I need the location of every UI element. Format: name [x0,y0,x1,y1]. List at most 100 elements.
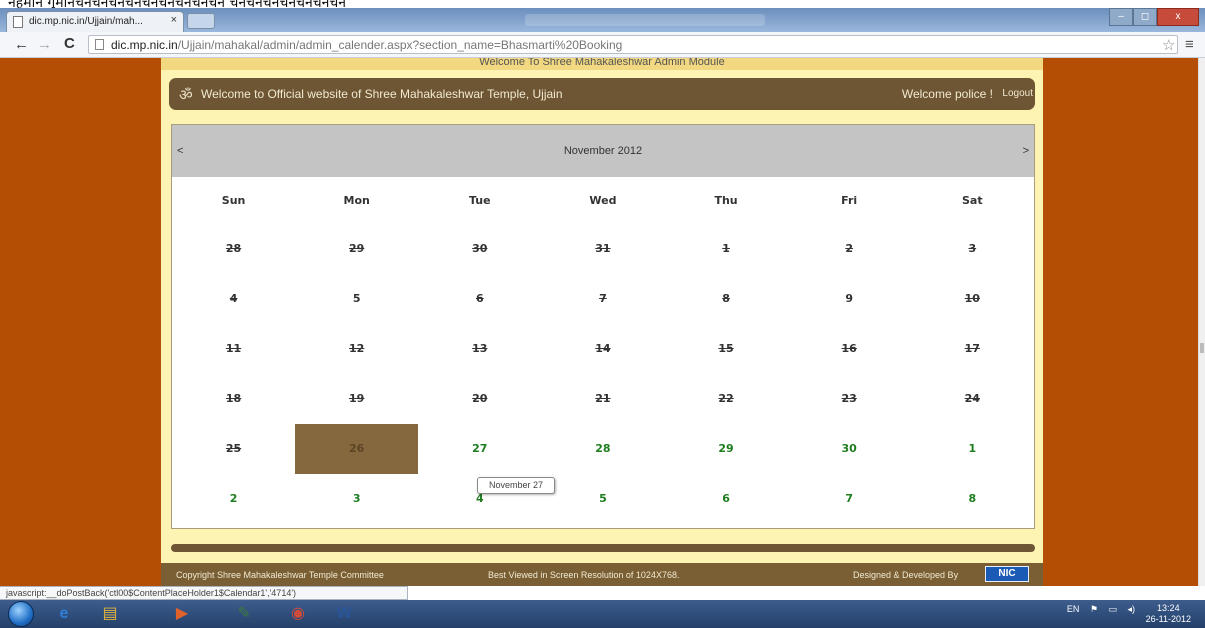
minimize-button[interactable]: – [1109,8,1133,26]
calendar-day-6-6[interactable]: 7 [788,474,911,524]
app-icon[interactable]: ✎ [226,602,262,626]
network-icon[interactable]: ▭ [1108,604,1117,614]
browser-bottom-edge [408,586,1205,600]
calendar-day-1-5: 1 [722,242,730,255]
weekday-header: Thu [714,194,738,207]
calendar-title-bar: < November 2012 > [172,125,1034,177]
next-month-link[interactable]: > [1023,145,1029,157]
calendar-day-2-5: 8 [722,292,730,305]
calendar-day-6-1[interactable]: 2 [172,474,295,524]
weekday-header: Fri [841,194,858,207]
content-bottom-bar [171,544,1035,552]
calendar-day-2-4: 7 [599,292,607,305]
calendar-day-1-6: 2 [845,242,854,255]
calendar-day-5-3[interactable]: 27 [418,424,541,474]
calendar-day-5-1: 25 [225,442,242,455]
welcome-site-text: Welcome to Official website of Shree Mah… [201,87,563,101]
flag-icon[interactable]: ⚑ [1090,604,1098,614]
close-window-button[interactable]: x [1157,8,1199,26]
maximize-button[interactable]: ◻ [1133,8,1157,26]
calendar-day-3-7: 17 [964,342,980,355]
back-arrow-icon[interactable]: ← [14,36,29,53]
forward-arrow-icon[interactable]: → [37,36,52,53]
url-host: dic.mp.nic.in [111,38,178,52]
site-footer: Copyright Shree Mahakaleshwar Temple Com… [161,563,1043,586]
volume-icon[interactable]: ◂) [1127,604,1135,614]
scroll-thumb[interactable] [1200,343,1204,353]
calendar-day-5-5[interactable]: 29 [665,424,788,474]
calendar-day-2-2: 5 [352,292,361,305]
calendar-day-3-1: 11 [225,342,242,355]
calendar-grid: Sun Mon Tue Wed Thu Fri Sat 28 29 30 31 1 2 3 4 5 6 7 8 9 10… [172,177,1034,524]
calendar-day-2-6: 9 [845,292,854,305]
calendar-day-3-5: 15 [718,342,734,355]
clock-date: 26-11-2012 [1145,614,1191,624]
calendar-day-1-4: 31 [595,242,611,255]
weekday-header: Sun [221,194,246,207]
new-tab-button[interactable] [187,13,215,29]
logout-link[interactable]: Logout [1002,88,1033,99]
calendar-day-1-2: 29 [349,242,365,255]
welcome-user-text: Welcome police ! [901,87,993,101]
taskbar-clock[interactable]: 13:24 26-11-2012 [1146,603,1191,625]
chrome-icon[interactable]: ◉ [280,602,316,626]
word-icon[interactable]: W [326,602,362,626]
date-tooltip: November 27 [477,477,555,494]
bookmark-star-icon[interactable]: ☆ [1162,36,1175,54]
top-clipped-strip: नेहुमान गुमानचनचनचनचनचनचनचनचनचन चनचनचनचन… [0,0,1205,8]
calendar-day-6-4[interactable]: 5 [541,474,664,524]
status-bar: javascript:__doPostBack('ctl00$ContentPl… [0,586,408,600]
windows-taskbar: e ▤ ▶ ✎ ◉ W EN ⚑ ▭ ◂) 13:24 26-11-2012 [0,600,1205,628]
site-container: Welcome To Shree Mahakaleshwar Admin Mod… [161,58,1043,586]
footer-copyright: Copyright Shree Mahakaleshwar Temple Com… [176,570,384,580]
system-tray: EN ⚑ ▭ ◂) [1059,604,1135,615]
calendar-day-4-3: 20 [472,392,488,405]
media-player-icon[interactable]: ▶ [164,602,200,626]
browser-tab[interactable]: dic.mp.nic.in/Ujjain/mah... × [6,11,184,32]
calendar-day-3-3: 13 [472,342,488,355]
address-bar[interactable]: dic.mp.nic.in/Ujjain/mahakal/admin/admin… [88,35,1178,54]
calendar-day-6-2[interactable]: 3 [295,474,418,524]
calendar-day-3-2: 12 [349,342,365,355]
ie-icon[interactable]: e [46,602,82,626]
calendar-day-6-7[interactable]: 8 [911,474,1034,524]
calendar-day-1-7: 3 [968,242,977,255]
calendar-day-5-6[interactable]: 30 [788,424,911,474]
booking-calendar: < November 2012 > Sun Mon Tue Wed Thu Fri Sat 2… [171,124,1035,529]
tab-title: dic.mp.nic.in/Ujjain/mah... [29,16,143,27]
calendar-day-3-6: 16 [841,342,857,355]
browser-toolbar: ← → C dic.mp.nic.in/Ujjain/mahakal/admin… [0,32,1205,58]
calendar-day-5-4[interactable]: 28 [541,424,664,474]
window-controls: – ◻ x [1109,8,1199,28]
site-header: ॐ Welcome to Official website of Shree M… [169,78,1035,110]
language-indicator[interactable]: EN [1067,604,1080,614]
weekday-header: Wed [589,194,617,207]
vertical-scrollbar[interactable] [1198,58,1205,586]
admin-banner: Welcome To Shree Mahakaleshwar Admin Mod… [161,58,1043,70]
top-clipped-text: नेहुमान गुमानचनचनचनचनचनचनचनचनचन चनचनचनचन… [8,0,347,8]
calendar-day-4-1: 18 [225,392,242,405]
calendar-day-2-7: 10 [964,292,980,305]
reload-icon[interactable]: C [64,35,75,52]
url-path: /Ujjain/mahakal/admin/admin_calender.asp… [177,38,623,52]
start-button[interactable] [8,601,34,627]
clock-time: 13:24 [1157,603,1180,613]
page-icon [13,16,23,28]
calendar-day-5-2[interactable]: 26 [295,424,419,474]
calendar-month-label: November 2012 [563,145,643,157]
calendar-day-3-4: 14 [595,342,611,355]
explorer-icon[interactable]: ▤ [92,602,128,626]
calendar-day-5-7[interactable]: 1 [911,424,1034,474]
calendar-day-4-6: 23 [841,392,857,405]
weekday-header: Tue [469,194,491,207]
close-tab-icon[interactable]: × [171,14,177,26]
browser-titlebar: dic.mp.nic.in/Ujjain/mah... × – ◻ x [0,8,1205,32]
nic-logo[interactable]: NIC [985,566,1029,582]
footer-designed-by: Designed & Developed By [853,570,959,580]
calendar-day-4-7: 24 [964,392,980,405]
page-background: Welcome To Shree Mahakaleshwar Admin Mod… [0,58,1198,586]
calendar-day-6-5[interactable]: 6 [665,474,788,524]
calendar-day-4-5: 22 [718,392,734,405]
browser-menu-icon[interactable]: ≡ [1185,36,1194,53]
calendar-day-1-3: 30 [472,242,488,255]
